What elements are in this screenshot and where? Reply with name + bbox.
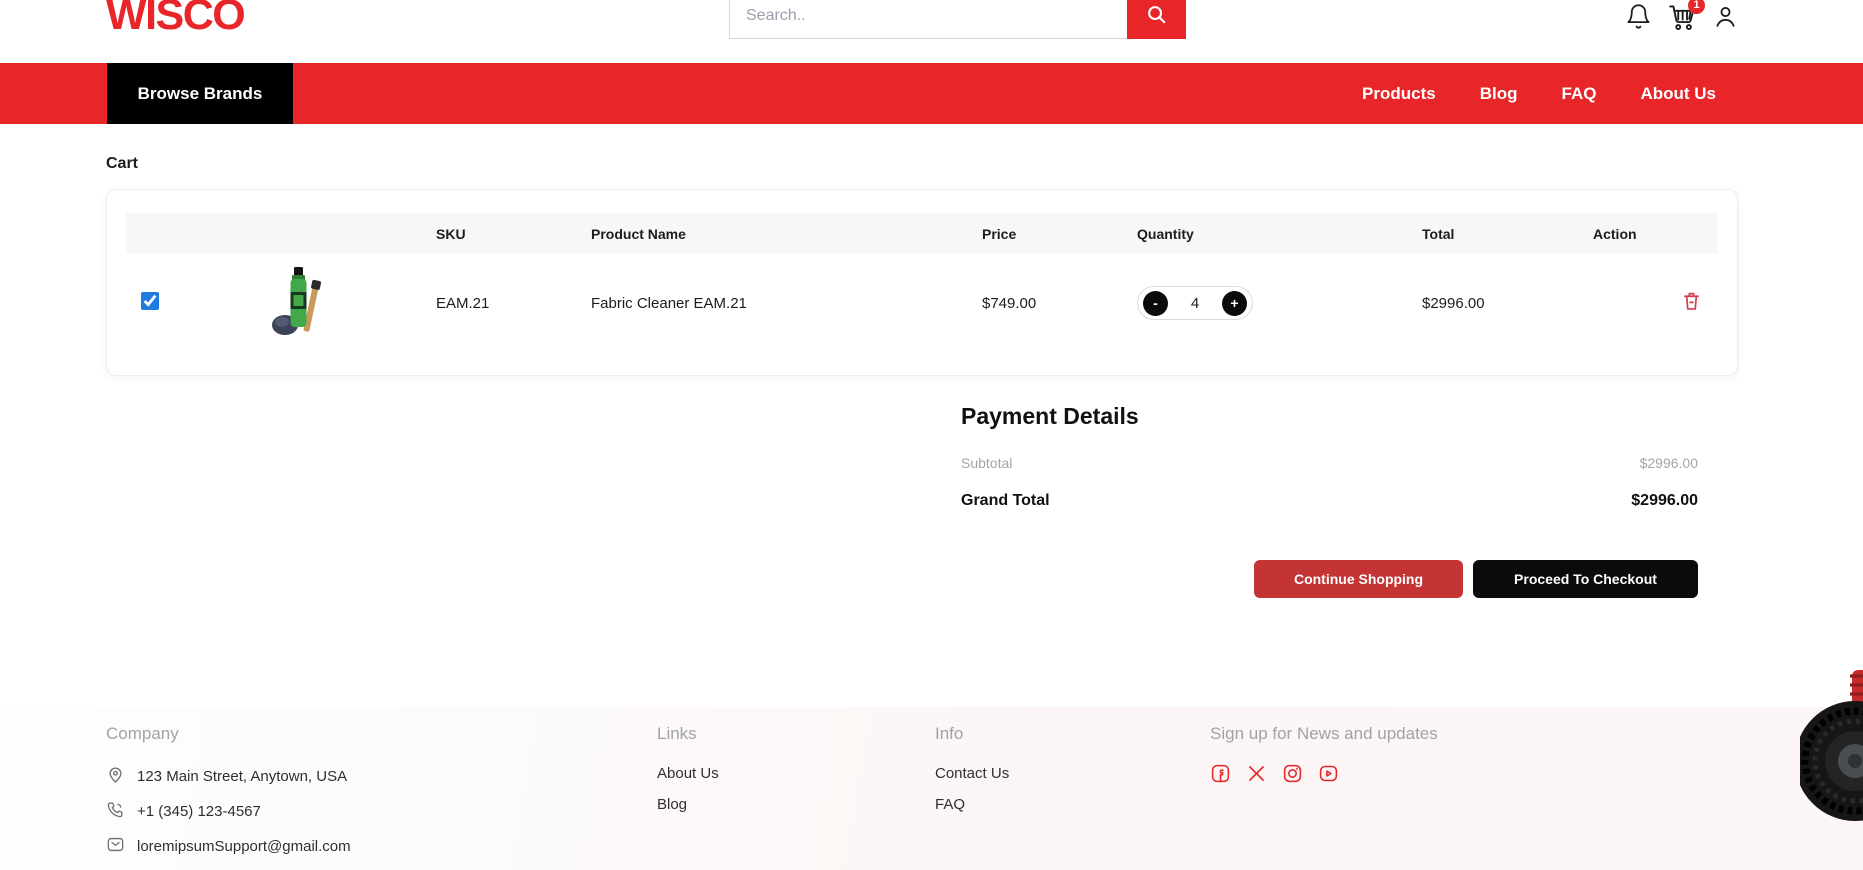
item-select-checkbox[interactable] <box>141 292 159 310</box>
main-navbar: Browse Brands Products Blog FAQ About Us <box>0 63 1863 124</box>
footer-info-heading: Info <box>935 724 1009 744</box>
footer-company-heading: Company <box>106 724 351 744</box>
item-name: Fabric Cleaner EAM.21 <box>571 295 961 312</box>
subtotal-row: Subtotal $2996.00 <box>961 455 1698 471</box>
payment-details-title: Payment Details <box>961 403 1698 430</box>
subtotal-value: $2996.00 <box>1640 455 1698 471</box>
account-button[interactable] <box>1712 3 1739 35</box>
bell-icon <box>1625 3 1652 35</box>
cart-count-badge: 1 <box>1688 0 1705 14</box>
footer-link-contact-us[interactable]: Contact Us <box>935 765 1009 782</box>
footer: Company 123 Main Street, Anytown, USA <box>0 707 1863 870</box>
item-sku: EAM.21 <box>416 295 571 312</box>
quantity-stepper: - 4 + <box>1137 286 1253 320</box>
page: WISCO <box>0 0 1863 870</box>
footer-links-column: Links About Us Blog <box>657 724 719 813</box>
phone-icon <box>106 800 125 823</box>
quantity-value: 4 <box>1191 295 1199 312</box>
quantity-decrease-button[interactable]: - <box>1143 291 1168 316</box>
main-content: Cart SKU Product Name Price Quantity Tot… <box>0 155 1863 598</box>
social-icons <box>1210 763 1438 784</box>
payment-details-section: Payment Details Subtotal $2996.00 Grand … <box>961 403 1698 598</box>
location-pin-icon <box>106 765 125 788</box>
nav-link-products[interactable]: Products <box>1362 84 1436 104</box>
x-twitter-icon[interactable] <box>1246 763 1267 784</box>
footer-email[interactable]: loremipsumSupport@gmail.com <box>106 835 351 858</box>
search-icon <box>1145 3 1168 29</box>
user-icon <box>1712 3 1739 35</box>
footer-link-about-us[interactable]: About Us <box>657 765 719 782</box>
browse-brands-button[interactable]: Browse Brands <box>107 63 293 124</box>
column-header-total: Total <box>1401 226 1571 242</box>
trash-icon <box>1681 290 1702 316</box>
tire-decoration-image <box>1800 668 1863 828</box>
checkout-actions: Continue Shopping Proceed To Checkout <box>961 560 1698 598</box>
cart-card: SKU Product Name Price Quantity Total Ac… <box>106 189 1738 376</box>
grand-total-value: $2996.00 <box>1631 492 1698 510</box>
item-total: $2996.00 <box>1401 295 1571 312</box>
footer-newsletter-column: Sign up for News and updates <box>1210 724 1438 784</box>
cart-table-header: SKU Product Name Price Quantity Total Ac… <box>126 213 1718 254</box>
product-image <box>268 325 326 342</box>
item-price: $749.00 <box>961 295 1116 312</box>
footer-address-text: 123 Main Street, Anytown, USA <box>137 768 347 785</box>
search-input[interactable] <box>729 0 1127 39</box>
grand-total-label: Grand Total <box>961 492 1050 510</box>
search-bar <box>729 0 1186 39</box>
footer-info-column: Info Contact Us FAQ <box>935 724 1009 813</box>
footer-links-heading: Links <box>657 724 719 744</box>
nav-link-about-us[interactable]: About Us <box>1640 84 1716 104</box>
quantity-increase-button[interactable]: + <box>1222 291 1247 316</box>
remove-item-button[interactable] <box>1681 290 1702 316</box>
footer-link-faq[interactable]: FAQ <box>935 796 1009 813</box>
subtotal-label: Subtotal <box>961 455 1012 471</box>
continue-shopping-button[interactable]: Continue Shopping <box>1254 560 1463 598</box>
cart-button[interactable]: 1 <box>1666 2 1698 37</box>
facebook-icon[interactable] <box>1210 763 1231 784</box>
youtube-icon[interactable] <box>1318 763 1339 784</box>
column-header-product-name: Product Name <box>571 226 961 242</box>
newsletter-heading: Sign up for News and updates <box>1210 724 1438 744</box>
cart-item-row: EAM.21 Fabric Cleaner EAM.21 $749.00 - 4… <box>126 254 1718 352</box>
nav-link-faq[interactable]: FAQ <box>1562 84 1597 104</box>
mail-icon <box>106 835 125 858</box>
top-header: WISCO <box>0 0 1863 63</box>
column-header-sku: SKU <box>416 226 571 242</box>
notifications-button[interactable] <box>1625 3 1652 35</box>
instagram-icon[interactable] <box>1282 763 1303 784</box>
grand-total-row: Grand Total $2996.00 <box>961 492 1698 510</box>
column-header-quantity: Quantity <box>1116 226 1401 242</box>
page-title: Cart <box>106 155 1863 173</box>
column-header-action: Action <box>1571 226 1718 242</box>
footer-phone-text: +1 (345) 123-4567 <box>137 803 261 820</box>
nav-links: Products Blog FAQ About Us <box>1362 84 1716 104</box>
footer-email-text: loremipsumSupport@gmail.com <box>137 838 351 855</box>
footer-phone[interactable]: +1 (345) 123-4567 <box>106 800 351 823</box>
header-icons: 1 <box>1625 3 1739 35</box>
column-header-price: Price <box>961 226 1116 242</box>
footer-address[interactable]: 123 Main Street, Anytown, USA <box>106 765 351 788</box>
footer-link-blog[interactable]: Blog <box>657 796 719 813</box>
search-button[interactable] <box>1127 0 1186 39</box>
footer-company-column: Company 123 Main Street, Anytown, USA <box>106 724 351 858</box>
brand-logo[interactable]: WISCO <box>106 0 244 40</box>
proceed-to-checkout-button[interactable]: Proceed To Checkout <box>1473 560 1698 598</box>
nav-link-blog[interactable]: Blog <box>1480 84 1518 104</box>
